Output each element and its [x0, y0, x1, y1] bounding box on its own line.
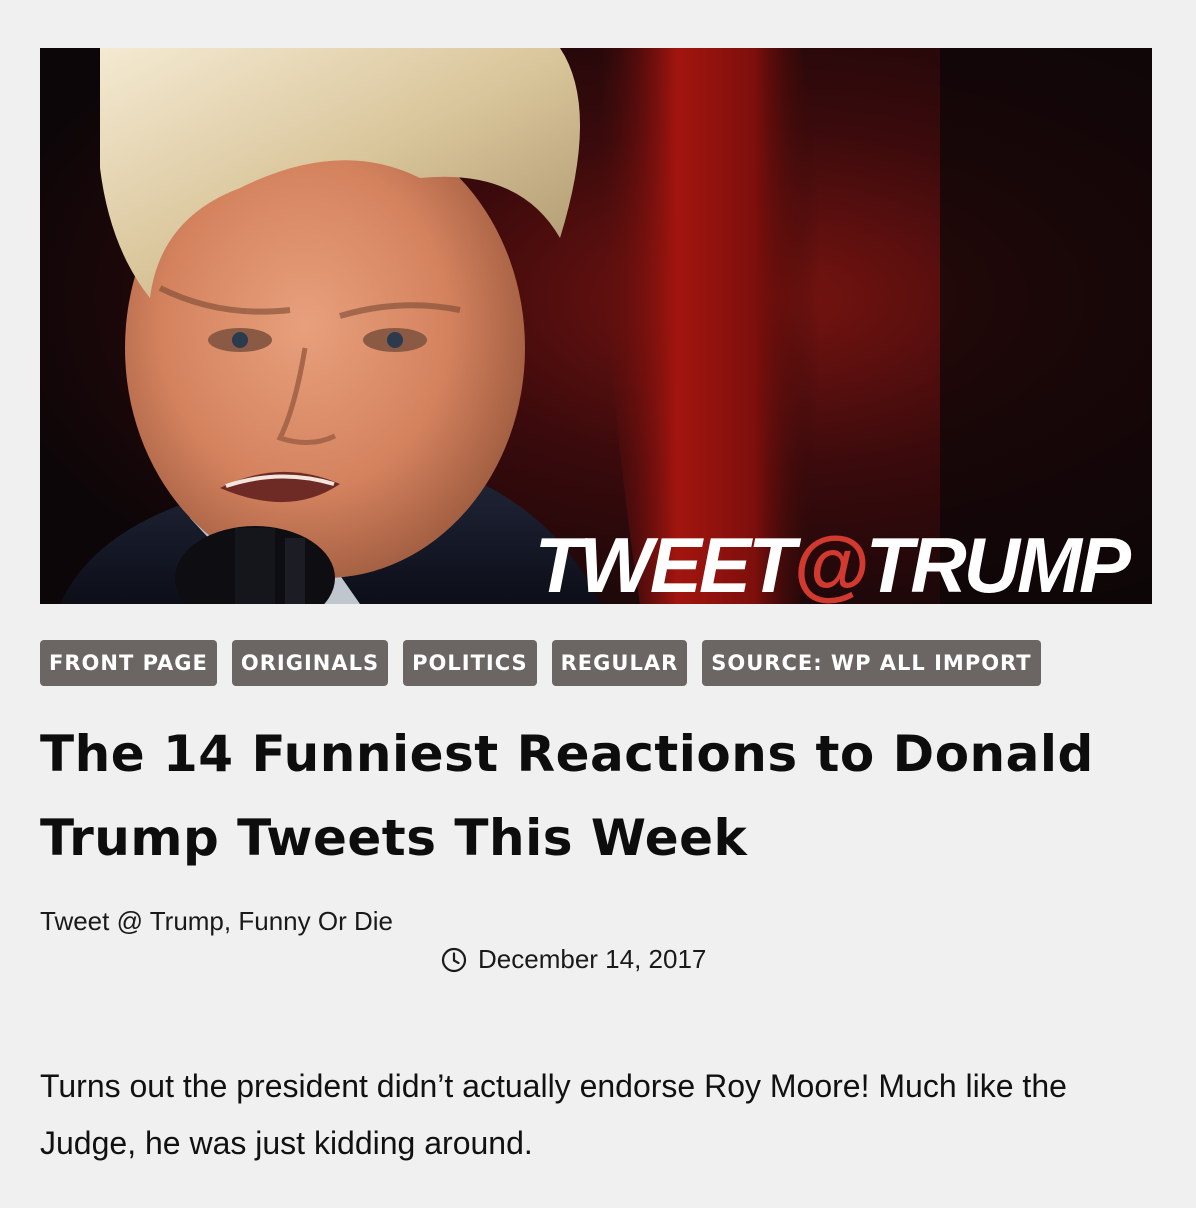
- author-link-tweet-at-trump[interactable]: Tweet @ Trump: [40, 906, 224, 936]
- publish-date: December 14, 2017: [440, 944, 706, 975]
- article-body-paragraph: Turns out the president didn’t actually …: [40, 1068, 1067, 1161]
- tag-politics[interactable]: POLITICS: [403, 640, 537, 686]
- article-title: The 14 Funniest Reactions to Donald Trum…: [40, 725, 1094, 867]
- tag-originals[interactable]: ORIGINALS: [231, 640, 389, 686]
- publish-date-text: December 14, 2017: [478, 944, 707, 974]
- byline: Tweet @ Trump, Funny Or Die: [40, 906, 393, 937]
- hero-image[interactable]: TWEET@TRUMP: [40, 48, 1152, 604]
- tweet-at-trump-logo: TWEET@TRUMP: [534, 521, 1131, 604]
- tag-regular[interactable]: REGULAR: [551, 640, 688, 686]
- author-link-funny-or-die[interactable]: Funny Or Die: [238, 906, 393, 936]
- byline-separator: ,: [223, 906, 239, 936]
- tag-source-wp-all-import[interactable]: SOURCE: WP ALL IMPORT: [702, 640, 1041, 686]
- clock-icon: [440, 946, 468, 974]
- article-page: TWEET@TRUMP FRONT PAGE ORIGINALS POLITIC…: [0, 0, 1196, 1208]
- tag-front-page[interactable]: FRONT PAGE: [40, 640, 217, 686]
- category-tags: FRONT PAGE ORIGINALS POLITICS REGULAR SO…: [40, 640, 1041, 686]
